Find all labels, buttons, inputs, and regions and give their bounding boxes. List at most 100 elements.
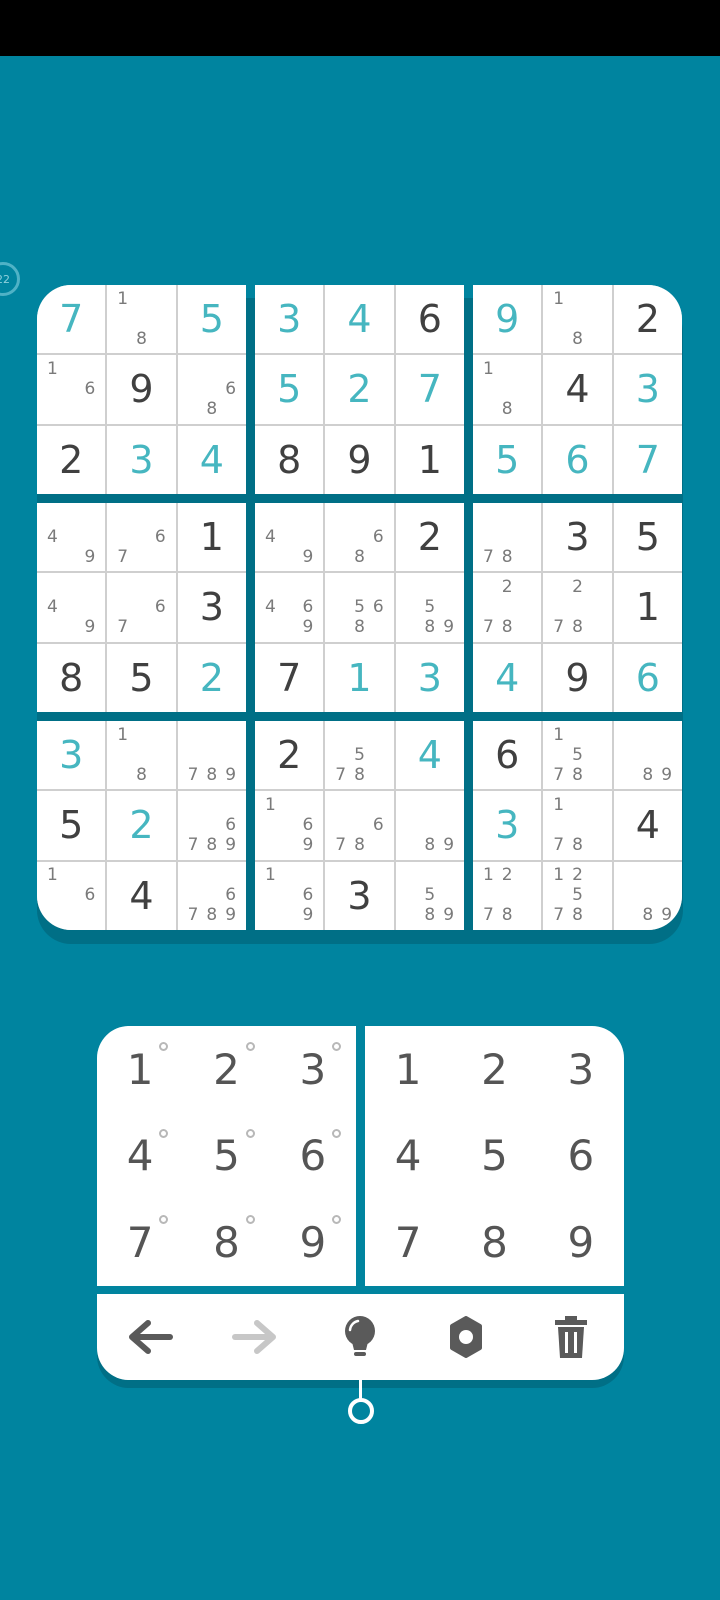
sudoku-cell[interactable]: 4 <box>395 721 464 790</box>
sudoku-cell[interactable]: 6 789 <box>177 861 246 930</box>
sudoku-cell[interactable]: 3 <box>325 861 394 930</box>
sudoku-cell[interactable]: 18 <box>107 285 176 354</box>
sudoku-cell[interactable]: 2 <box>395 503 464 572</box>
pencil-key[interactable]: 1 <box>97 1026 183 1113</box>
number-key[interactable]: 6 <box>538 1113 624 1200</box>
sudoku-cell[interactable]: 3 <box>255 285 324 354</box>
number-key[interactable]: 7 <box>365 1199 451 1286</box>
sudoku-cell[interactable]: 68 <box>325 503 394 572</box>
pencil-key[interactable]: 9 <box>270 1199 356 1286</box>
sudoku-cell[interactable]: 3 <box>395 643 464 712</box>
sudoku-cell[interactable]: 2 <box>325 355 394 424</box>
sudoku-cell[interactable]: 49 <box>37 503 106 572</box>
sudoku-cell[interactable]: 78 <box>473 503 542 572</box>
sudoku-cell[interactable]: 278 <box>473 573 542 642</box>
sudoku-cell[interactable]: 16 <box>37 355 106 424</box>
settings-button[interactable] <box>436 1307 496 1367</box>
sudoku-cell[interactable]: 8 <box>255 425 324 494</box>
sudoku-cell[interactable]: 3 <box>37 721 106 790</box>
sudoku-cell[interactable]: 278 <box>543 573 612 642</box>
pencil-key[interactable]: 5 <box>183 1113 269 1200</box>
sudoku-cell[interactable]: 3 <box>107 425 176 494</box>
sudoku-cell[interactable]: 18 <box>473 355 542 424</box>
sudoku-cell[interactable]: 1278 <box>473 861 542 930</box>
sudoku-cell[interactable]: 6 78 <box>325 791 394 860</box>
sudoku-cell[interactable]: 5 <box>107 643 176 712</box>
sudoku-cell[interactable]: 2 <box>255 721 324 790</box>
number-key[interactable]: 5 <box>451 1113 537 1200</box>
sudoku-cell[interactable]: 9 <box>473 285 542 354</box>
sudoku-cell[interactable]: 578 <box>325 721 394 790</box>
sudoku-cell[interactable]: 1 <box>613 573 682 642</box>
pencil-key[interactable]: 3 <box>270 1026 356 1113</box>
sudoku-cell[interactable]: 5 <box>255 355 324 424</box>
sudoku-cell[interactable]: 12578 <box>543 861 612 930</box>
sudoku-cell[interactable]: 4 <box>613 791 682 860</box>
sudoku-cell[interactable]: 9 <box>325 425 394 494</box>
sudoku-cell[interactable]: 3 <box>177 573 246 642</box>
sudoku-cell[interactable]: 6 <box>395 285 464 354</box>
sudoku-cell[interactable]: 67 <box>107 573 176 642</box>
number-key[interactable]: 4 <box>365 1113 451 1200</box>
sudoku-cell[interactable]: 5 <box>37 791 106 860</box>
sudoku-cell[interactable]: 2 <box>177 643 246 712</box>
sudoku-cell[interactable]: 89 <box>613 861 682 930</box>
sudoku-cell[interactable]: 7 <box>395 355 464 424</box>
hint-button[interactable] <box>330 1307 390 1367</box>
undo-button[interactable] <box>120 1307 180 1367</box>
sudoku-cell[interactable]: 6 <box>613 643 682 712</box>
sudoku-cell[interactable]: 3 <box>613 355 682 424</box>
sudoku-cell[interactable]: 3 <box>473 791 542 860</box>
pencil-key[interactable]: 6 <box>270 1113 356 1200</box>
sudoku-cell[interactable]: 1578 <box>543 721 612 790</box>
sudoku-cell[interactable]: 8 <box>37 643 106 712</box>
pencil-key[interactable]: 8 <box>183 1199 269 1286</box>
sudoku-cell[interactable]: 1 78 <box>543 791 612 860</box>
number-key[interactable]: 2 <box>451 1026 537 1113</box>
sudoku-cell[interactable]: 7 <box>613 425 682 494</box>
sudoku-cell[interactable]: 1 69 <box>255 861 324 930</box>
sudoku-cell[interactable]: 589 <box>395 861 464 930</box>
sudoku-cell[interactable]: 4 <box>177 425 246 494</box>
sudoku-cell[interactable]: 568 <box>325 573 394 642</box>
number-key[interactable]: 3 <box>538 1026 624 1113</box>
sudoku-cell[interactable]: 5 <box>177 285 246 354</box>
sudoku-cell[interactable]: 67 <box>107 503 176 572</box>
sudoku-cell[interactable]: 5 <box>613 503 682 572</box>
sudoku-cell[interactable]: 68 <box>177 355 246 424</box>
pencil-key[interactable]: 4 <box>97 1113 183 1200</box>
number-key[interactable]: 9 <box>538 1199 624 1286</box>
sudoku-cell[interactable]: 1 69 <box>255 791 324 860</box>
sudoku-cell[interactable]: 6 <box>543 425 612 494</box>
sudoku-cell[interactable]: 18 <box>543 285 612 354</box>
pencil-key[interactable]: 7 <box>97 1199 183 1286</box>
number-key[interactable]: 1 <box>365 1026 451 1113</box>
sudoku-cell[interactable]: 1 <box>177 503 246 572</box>
number-key[interactable]: 8 <box>451 1199 537 1286</box>
drag-handle[interactable] <box>348 1398 374 1424</box>
sudoku-cell[interactable]: 5 <box>473 425 542 494</box>
sudoku-cell[interactable]: 9 <box>543 643 612 712</box>
sudoku-cell[interactable]: 3 <box>543 503 612 572</box>
erase-button[interactable] <box>541 1307 601 1367</box>
timer-badge[interactable]: 22 <box>0 262 20 296</box>
sudoku-cell[interactable]: 4 <box>473 643 542 712</box>
sudoku-cell[interactable]: 1 <box>395 425 464 494</box>
sudoku-cell[interactable]: 2 <box>107 791 176 860</box>
sudoku-cell[interactable]: 589 <box>395 573 464 642</box>
sudoku-cell[interactable]: 6 <box>473 721 542 790</box>
sudoku-cell[interactable]: 9 <box>107 355 176 424</box>
sudoku-cell[interactable]: 7 <box>255 643 324 712</box>
sudoku-cell[interactable]: 89 <box>613 721 682 790</box>
sudoku-cell[interactable]: 49 <box>255 503 324 572</box>
sudoku-cell[interactable]: 4 <box>325 285 394 354</box>
sudoku-cell[interactable]: 2 <box>37 425 106 494</box>
sudoku-cell[interactable]: 789 <box>177 721 246 790</box>
sudoku-cell[interactable]: 2 <box>613 285 682 354</box>
sudoku-cell[interactable]: 18 <box>107 721 176 790</box>
sudoku-cell[interactable]: 49 <box>37 573 106 642</box>
sudoku-cell[interactable]: 4 <box>543 355 612 424</box>
sudoku-cell[interactable]: 7 <box>37 285 106 354</box>
sudoku-cell[interactable]: 6 789 <box>177 791 246 860</box>
pencil-key[interactable]: 2 <box>183 1026 269 1113</box>
